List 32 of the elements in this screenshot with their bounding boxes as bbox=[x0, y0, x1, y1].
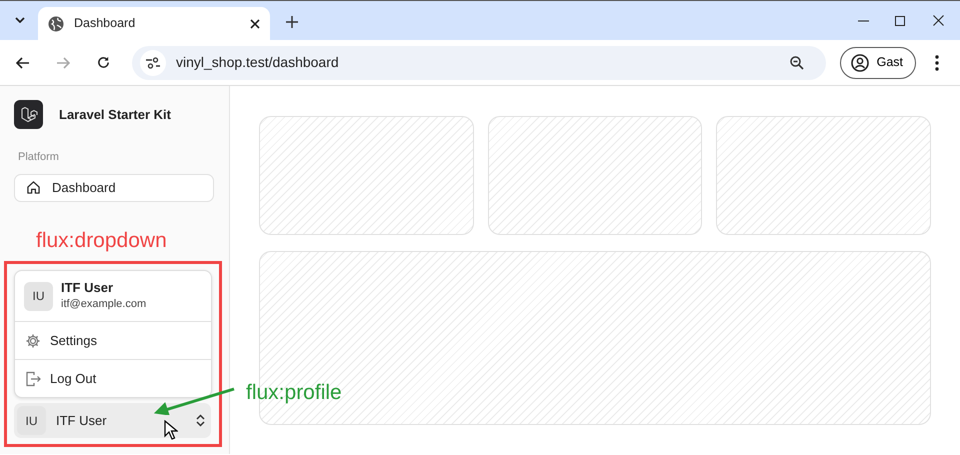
annotation-label: flux:dropdown bbox=[36, 230, 168, 250]
tab-title: Dashboard bbox=[74, 15, 136, 32]
section-heading: Platform bbox=[18, 150, 60, 165]
user-name: ITF User bbox=[61, 280, 114, 296]
minimize-icon[interactable] bbox=[858, 20, 869, 22]
settings-item[interactable]: Settings bbox=[15, 321, 211, 359]
address-bar[interactable]: vinyl_shop.test/dashboard bbox=[132, 46, 826, 80]
browser-tab[interactable]: Dashboard bbox=[38, 7, 270, 40]
chevrons-icon bbox=[196, 414, 205, 427]
logo-icon bbox=[14, 100, 43, 129]
user-email: itf@example.com bbox=[61, 296, 146, 312]
logout-item[interactable]: Log Out bbox=[15, 359, 211, 397]
profile-chip[interactable]: Gast bbox=[840, 46, 916, 78]
new-tab-icon[interactable] bbox=[286, 16, 298, 28]
annotation-label: flux:profile bbox=[246, 382, 342, 403]
profile-button[interactable]: IU ITF User bbox=[14, 403, 211, 438]
nav-item[interactable]: Dashboard bbox=[14, 174, 214, 202]
home-icon bbox=[27, 181, 40, 194]
cursor-icon bbox=[164, 420, 178, 440]
gear-icon bbox=[25, 332, 41, 348]
chevron-icon bbox=[15, 17, 25, 23]
logout-icon bbox=[25, 370, 41, 386]
maximize-icon[interactable] bbox=[895, 16, 905, 26]
close-window-icon[interactable] bbox=[933, 15, 944, 26]
person-icon bbox=[850, 54, 869, 72]
brand-name: Laravel Starter Kit bbox=[59, 106, 171, 124]
zoom-icon[interactable] bbox=[790, 56, 804, 70]
globe-icon bbox=[48, 16, 64, 32]
url-text: vinyl_shop.test/dashboard bbox=[176, 53, 340, 72]
user-avatar: IU bbox=[24, 282, 53, 310]
close-tab-icon[interactable] bbox=[250, 18, 260, 28]
site-info-icon[interactable] bbox=[140, 50, 166, 76]
